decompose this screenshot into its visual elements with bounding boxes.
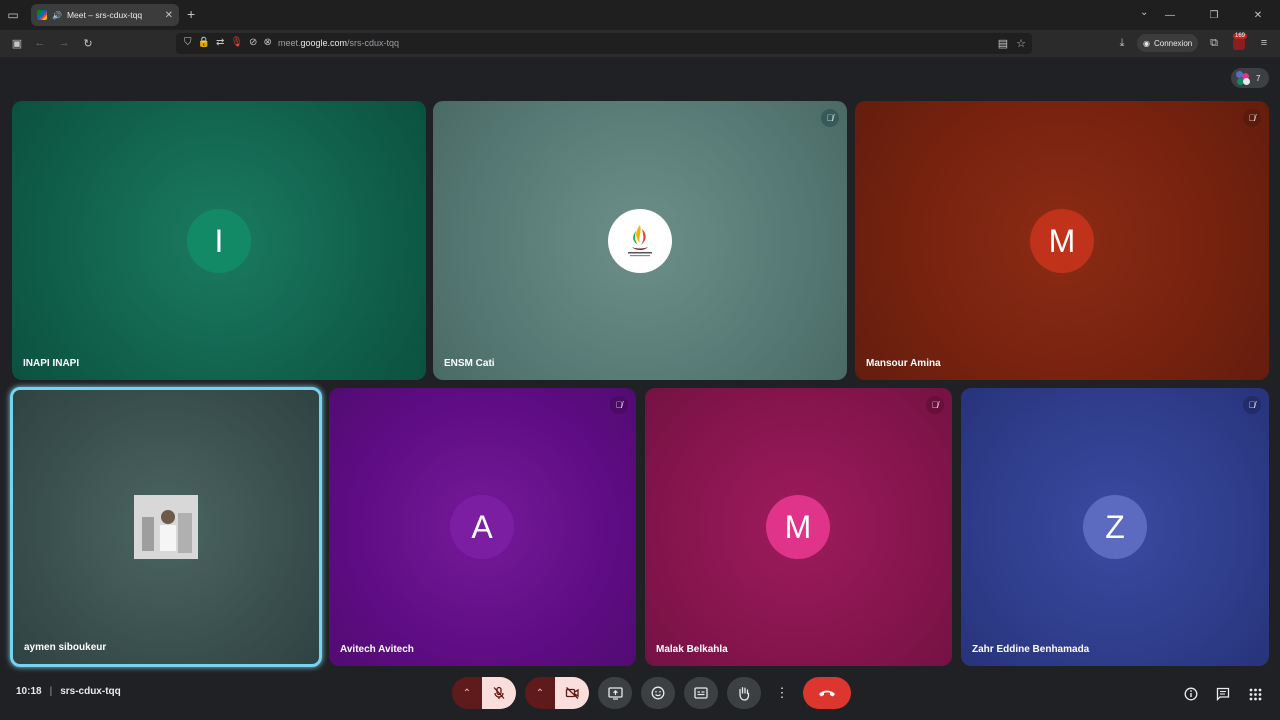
- meeting-code: srs-cdux-tqq: [60, 686, 121, 697]
- more-options-button[interactable]: ⋮: [770, 677, 794, 709]
- account-icon: ◉: [1143, 38, 1150, 48]
- menu-icon[interactable]: ≡: [1257, 36, 1271, 50]
- tab-title: Meet – srs-cdux-tqq: [66, 10, 143, 20]
- participant-name: aymen siboukeur: [24, 642, 107, 653]
- mic-off-icon: 🎙̸: [926, 396, 944, 414]
- avatar: [608, 209, 672, 273]
- participants-count: 7: [1256, 73, 1261, 83]
- camera-blocked-icon[interactable]: ⊘: [249, 37, 257, 48]
- extension-badge-count: 169: [1233, 33, 1248, 39]
- minimize-button[interactable]: —: [1148, 0, 1192, 30]
- mic-off-icon: [493, 686, 505, 699]
- browser-tab-bar: ▭ 🔊 Meet – srs-cdux-tqq ✕ + ⌄ — ❐ ✕: [0, 0, 1280, 30]
- mic-permission-icon[interactable]: 🎙: [230, 37, 243, 48]
- mic-off-icon: 🎙̸: [1243, 396, 1261, 414]
- ublock-shield-icon: [1233, 38, 1245, 50]
- connexion-button[interactable]: ◉ Connexion: [1137, 34, 1199, 52]
- reload-icon[interactable]: ↻: [81, 36, 95, 50]
- bookmark-star-icon[interactable]: ☆: [1014, 36, 1028, 50]
- call-controls: ⌃ ⌃ ⋮: [452, 677, 851, 709]
- participants-avatars-icon: [1236, 71, 1250, 85]
- participant-tile[interactable]: 🎙̸ A Avitech Avitech: [329, 388, 636, 666]
- microphone-control: ⌃: [452, 677, 516, 709]
- meeting-details: 10:18 | srs-cdux-tqq: [16, 686, 121, 697]
- leave-call-button[interactable]: [803, 677, 851, 709]
- close-window-button[interactable]: ✕: [1236, 0, 1280, 30]
- participant-name: Mansour Amina: [866, 358, 941, 369]
- participant-name: Zahr Eddine Benhamada: [972, 644, 1090, 655]
- download-icon[interactable]: ⤓: [1115, 36, 1129, 50]
- raise-hand-icon: [739, 686, 750, 701]
- hang-up-icon: [819, 690, 835, 697]
- ublock-extension[interactable]: 169: [1231, 33, 1248, 51]
- profile-photo-icon: [134, 495, 198, 559]
- mic-off-icon: 🎙̸: [821, 109, 839, 127]
- browser-nav-bar: ▣ ← → ↻ ⛉ 🔒 ⇄ 🎙 ⊘ ⊗ meet.google.com/srs-…: [0, 30, 1280, 57]
- camera-off-icon: [565, 687, 579, 699]
- back-icon[interactable]: ←: [33, 36, 47, 50]
- separator: |: [49, 686, 53, 697]
- present-screen-button[interactable]: [598, 677, 632, 709]
- speaker-icon[interactable]: 🔊: [52, 11, 62, 20]
- avatar: [134, 495, 198, 559]
- participant-tile-active-speaker[interactable]: aymen siboukeur: [10, 387, 322, 667]
- participants-button[interactable]: 7: [1231, 68, 1269, 88]
- lock-icon[interactable]: 🔒: [198, 37, 210, 48]
- meet-favicon-icon: [37, 10, 47, 20]
- chat-icon[interactable]: [1214, 685, 1232, 703]
- url-bar[interactable]: ⛉ 🔒 ⇄ 🎙 ⊘ ⊗ meet.google.com/srs-cdux-tqq…: [176, 33, 1032, 54]
- more-vert-icon: ⋮: [775, 685, 789, 700]
- participant-tile[interactable]: 🎙̸ M Mansour Amina: [855, 101, 1269, 380]
- participant-tile[interactable]: I INAPI INAPI: [12, 101, 426, 380]
- avatar: M: [766, 495, 830, 559]
- tab-list-icon[interactable]: ▭: [6, 8, 20, 22]
- shield-icon[interactable]: ⛉: [184, 37, 192, 48]
- captions-button[interactable]: [684, 677, 718, 709]
- notifications-blocked-icon[interactable]: ⊗: [263, 37, 271, 48]
- participant-name: ENSM Cati: [444, 358, 495, 369]
- connexion-label: Connexion: [1153, 38, 1193, 48]
- video-options-caret[interactable]: ⌃: [525, 677, 555, 709]
- avatar: A: [450, 495, 514, 559]
- new-tab-button[interactable]: +: [187, 6, 195, 22]
- sidebar-toggle-icon[interactable]: ▣: [10, 36, 24, 50]
- participant-tile[interactable]: 🎙̸ M Malak Belkahla: [645, 388, 952, 666]
- mic-off-icon: 🎙̸: [1243, 109, 1261, 127]
- meeting-tools: [1182, 685, 1264, 703]
- reader-view-icon[interactable]: ▤: [996, 36, 1010, 50]
- participant-name: Avitech Avitech: [340, 644, 414, 655]
- participant-name: Malak Belkahla: [656, 644, 728, 655]
- meeting-time: 10:18: [16, 686, 42, 697]
- present-screen-icon: [607, 686, 623, 700]
- tab-meet[interactable]: 🔊 Meet – srs-cdux-tqq ✕: [31, 4, 179, 26]
- activities-grid-icon[interactable]: [1246, 685, 1264, 703]
- window-controls: — ❐ ✕: [1148, 0, 1280, 30]
- emoji-icon: [651, 686, 665, 700]
- microphone-button[interactable]: [482, 677, 516, 709]
- audio-options-caret[interactable]: ⌃: [452, 677, 482, 709]
- permissions-icon[interactable]: ⇄: [216, 37, 224, 48]
- participant-name: INAPI INAPI: [23, 358, 80, 369]
- avatar: M: [1030, 209, 1094, 273]
- forward-icon[interactable]: →: [57, 36, 71, 50]
- meeting-info-icon[interactable]: [1182, 685, 1200, 703]
- avatar: Z: [1083, 495, 1147, 559]
- mic-off-icon: 🎙̸: [610, 396, 628, 414]
- avatar: I: [187, 209, 251, 273]
- reactions-button[interactable]: [641, 677, 675, 709]
- organization-logo-icon: [628, 225, 652, 257]
- camera-button[interactable]: [555, 677, 589, 709]
- extensions-icon[interactable]: ⧉: [1207, 36, 1221, 50]
- camera-control: ⌃: [525, 677, 589, 709]
- close-tab-icon[interactable]: ✕: [165, 10, 173, 21]
- url-text: meet.google.com/srs-cdux-tqq: [278, 38, 400, 48]
- captions-icon: [694, 687, 708, 699]
- raise-hand-button[interactable]: [727, 677, 761, 709]
- participant-tile[interactable]: 🎙̸ Z Zahr Eddine Benhamada: [961, 388, 1269, 666]
- participant-tile[interactable]: 🎙̸ ENSM Cati: [433, 101, 847, 380]
- restore-button[interactable]: ❐: [1192, 0, 1236, 30]
